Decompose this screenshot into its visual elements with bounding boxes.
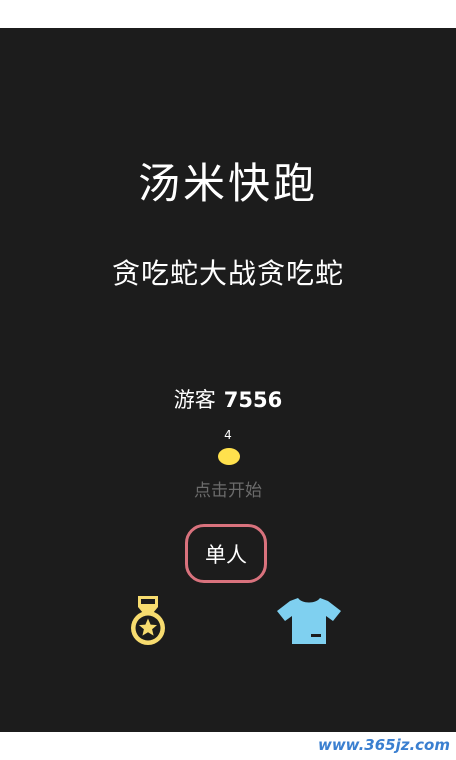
player-score: 7556 (223, 388, 283, 412)
game-subtitle: 贪吃蛇大战贪吃蛇 (111, 257, 344, 290)
player-name: 游客 (173, 388, 216, 412)
coin-icon (218, 448, 240, 465)
single-player-label: 单人 (205, 542, 247, 567)
watermark-text: www.365jz.com (317, 736, 450, 754)
player-info: 游客 7556 (0, 386, 456, 414)
game-title: 汤米快跑 (137, 159, 318, 208)
medal-star-icon[interactable] (126, 596, 170, 646)
single-player-button[interactable]: 单人 (185, 524, 267, 583)
t-shirt-icon[interactable] (276, 597, 342, 645)
coin-count: 4 (224, 428, 232, 442)
game-screen (0, 28, 456, 732)
tap-to-start-hint[interactable]: 点击开始 (0, 479, 456, 503)
top-border (0, 0, 456, 28)
